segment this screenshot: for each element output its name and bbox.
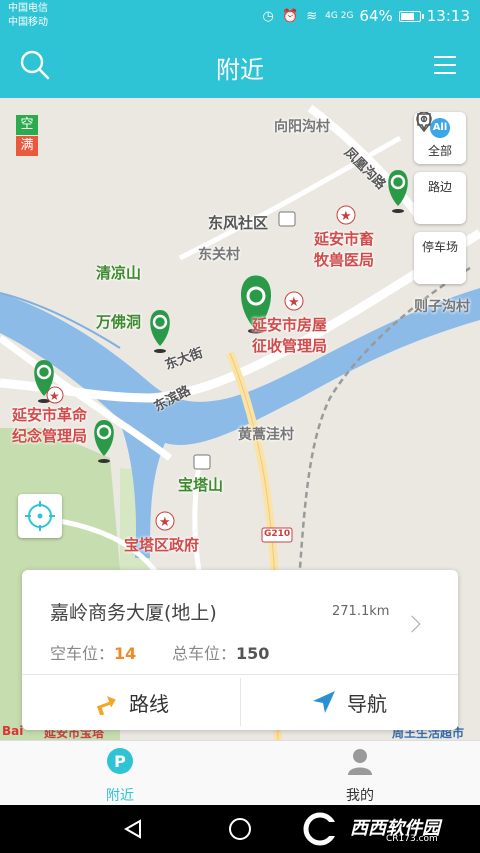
legend-full: 满 [16,136,38,156]
menu-icon [434,56,456,58]
map-label: 延安市房屋征收管理局 [252,316,328,355]
map-label: 东关村 [198,247,240,263]
tab-mine[interactable]: 我的 [320,747,400,805]
parking-info-card[interactable]: 嘉岭商务大厦(地上) 271.1km 空车位：14 总车位：150 路线 导航 [22,570,458,730]
svg-text:P: P [114,752,126,771]
map-label: 万佛洞 [96,313,142,331]
locate-button[interactable] [18,494,62,538]
total-spaces: 总车位：150 [172,640,269,664]
svg-text:★: ★ [159,515,171,530]
page-title: 附近 [216,56,264,84]
network-tags: 4G 2G [325,11,354,21]
svg-text:★: ★ [49,389,60,403]
status-right: ◷ ⏰ ≋ 4G 2G 64% 13:13 [262,7,470,25]
map-label: 清凉山 [96,264,142,282]
bottom-tab-bar: P 附近 我的 [0,740,480,805]
tab-nearby[interactable]: P 附近 [80,747,160,805]
filter-label: 路边 [427,180,452,194]
carrier-1: 中国电信 [8,3,48,14]
total-spaces-label: 总车位： [172,644,237,663]
tab-label: 我的 [346,788,374,804]
user-icon [348,749,372,775]
route-button[interactable]: 路线 [22,674,240,730]
tab-label: 附近 [106,788,134,804]
availability-legend: 空 满 [16,115,38,157]
map-label: G210 [264,529,291,539]
free-spaces-label: 空车位： [50,644,115,663]
total-spaces-value: 150 [236,644,270,663]
battery-icon [398,10,424,22]
menu-button[interactable] [434,56,456,76]
map-label: 黄蒿洼村 [238,427,294,443]
watermark: 西西软件园 CR173.com [302,812,460,846]
map-label: 向阳沟村 [274,119,330,135]
app-header: 附近 [0,34,480,98]
legend-empty: 空 [16,115,38,135]
svg-text:★: ★ [288,295,300,310]
map-label: 延安市畜牧兽医局 [314,230,375,269]
filter-label: 停车场 [421,240,458,254]
parking-lot-pin-icon [416,112,432,132]
clock: 13:13 [426,7,470,25]
parking-marker[interactable] [150,310,170,353]
crosshair-icon [25,501,55,531]
map-label: 东风社区 [208,214,269,232]
battery-fill [400,12,414,20]
home-icon [229,818,251,840]
chevron-right-icon[interactable] [403,615,421,633]
baidu-logo: Bai [2,724,24,738]
filter-label: 全部 [427,144,452,158]
parking-distance: 271.1km [332,604,390,619]
map-label: 宝塔区政府 [124,536,200,554]
svg-text:★: ★ [340,209,352,224]
system-nav-bar: 西西软件园 CR173.com [0,805,480,853]
free-spaces: 空车位：14 [50,640,136,664]
watermark-sub: CR173.com [386,834,438,844]
battery-percent: 64% [359,7,393,25]
navigate-label: 导航 [347,691,387,716]
map-label: 延安市革命纪念管理局 [12,406,88,445]
navigation-arrow-icon [313,691,335,713]
parking-p-icon: P [107,748,133,774]
map-label: 宝塔山 [178,476,224,494]
map-label: 则子沟村 [414,299,470,315]
watermark-logo-icon [303,812,346,846]
filter-parking-lot-button[interactable]: 停车场 [414,112,466,284]
status-bar: 中国电信 中国移动 ◷ ⏰ ≋ 4G 2G 64% 13:13 [0,0,480,34]
carrier-2: 中国移动 [8,17,48,28]
navigate-button[interactable]: 导航 [240,674,458,730]
back-icon [123,819,141,839]
route-arrow-icon [96,696,116,715]
parking-marker[interactable] [388,170,408,213]
free-spaces-value: 14 [114,644,137,663]
filter-roadside-button[interactable]: 路边 [414,113,466,224]
route-label: 路线 [129,691,169,716]
filter-panel: All 全部 路边 停车场 [414,112,466,292]
status-icons: ◷ ⏰ ≋ [262,8,320,24]
parking-name: 嘉岭商务大厦(地上) [50,602,217,624]
